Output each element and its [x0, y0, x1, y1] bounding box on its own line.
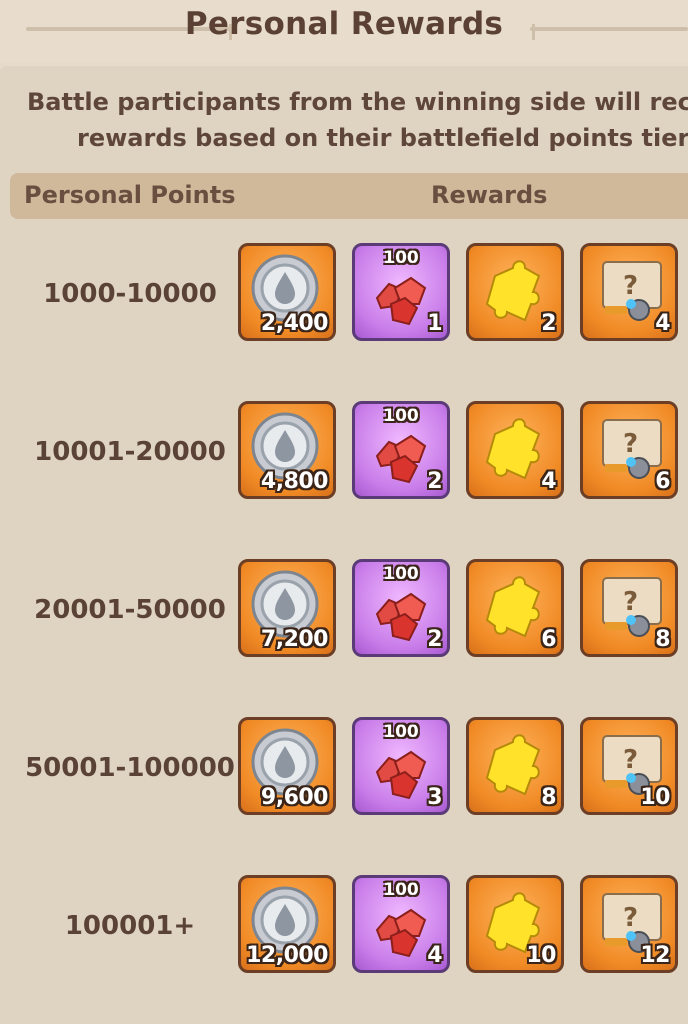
coin-quantity: 7,200 [260, 627, 329, 652]
table-header: Personal Points Rewards [10, 173, 688, 219]
reward-row: 10001-20000 4,800 100 2 4 ? 6 [0, 401, 688, 505]
tier-label: 20001-50000 [34, 595, 226, 625]
column-header-rewards: Rewards [431, 181, 548, 209]
tier-label: 1000-10000 [43, 279, 217, 309]
svg-text:?: ? [623, 745, 638, 775]
tier-label: 10001-20000 [34, 437, 226, 467]
chest-reward[interactable]: ? 8 [580, 559, 678, 657]
gem-reward[interactable]: 100 1 [352, 243, 450, 341]
svg-text:?: ? [623, 903, 638, 933]
page-title: Personal Rewards [184, 6, 504, 42]
tier-label: 100001+ [64, 911, 196, 941]
svg-text:?: ? [623, 587, 638, 617]
coin-reward[interactable]: 2,400 [238, 243, 336, 341]
chest-quantity: 8 [655, 627, 670, 652]
puzzle-reward[interactable]: 6 [466, 559, 564, 657]
reward-row: 1000-10000 2,400 100 1 2 ? 4 [0, 243, 688, 347]
chest-quantity: 12 [640, 943, 670, 968]
coin-reward[interactable]: 12,000 [238, 875, 336, 973]
chest-reward[interactable]: ? 10 [580, 717, 678, 815]
gem-quantity: 2 [427, 469, 442, 494]
gem-quantity: 2 [427, 627, 442, 652]
chest-reward[interactable]: ? 6 [580, 401, 678, 499]
gem-reward[interactable]: 100 2 [352, 559, 450, 657]
puzzle-reward[interactable]: 8 [466, 717, 564, 815]
chest-quantity: 6 [655, 469, 670, 494]
description-line-1: Battle participants from the winning sid… [27, 88, 688, 116]
puzzle-reward[interactable]: 4 [466, 401, 564, 499]
puzzle-quantity: 10 [526, 943, 556, 968]
puzzle-quantity: 6 [541, 627, 556, 652]
puzzle-reward[interactable]: 10 [466, 875, 564, 973]
chest-reward[interactable]: ? 12 [580, 875, 678, 973]
title-bar: Personal Rewards [0, 0, 688, 62]
coin-quantity: 4,800 [260, 469, 329, 494]
chest-quantity: 10 [640, 785, 670, 810]
coin-reward[interactable]: 7,200 [238, 559, 336, 657]
reward-row: 50001-100000 9,600 100 3 8 ? 10 [0, 717, 688, 821]
coin-quantity: 2,400 [260, 311, 329, 336]
gem-quantity: 3 [427, 785, 442, 810]
coin-quantity: 9,600 [260, 785, 329, 810]
description-line-2: rewards based on their battlefield point… [77, 124, 688, 152]
svg-text:?: ? [623, 271, 638, 301]
chest-reward[interactable]: ? 4 [580, 243, 678, 341]
gem-reward[interactable]: 100 3 [352, 717, 450, 815]
coin-quantity: 12,000 [246, 943, 328, 968]
gem-reward[interactable]: 100 4 [352, 875, 450, 973]
gem-reward[interactable]: 100 2 [352, 401, 450, 499]
coin-reward[interactable]: 4,800 [238, 401, 336, 499]
reward-row: 100001+ 12,000 100 4 10 ? 12 [0, 875, 688, 979]
column-header-points: Personal Points [24, 181, 236, 209]
puzzle-quantity: 2 [541, 311, 556, 336]
svg-text:?: ? [623, 429, 638, 459]
puzzle-quantity: 4 [541, 469, 556, 494]
gem-quantity: 1 [427, 311, 442, 336]
chest-quantity: 4 [655, 311, 670, 336]
rewards-description: Battle participants from the winning sid… [27, 84, 688, 156]
puzzle-reward[interactable]: 2 [466, 243, 564, 341]
gem-quantity: 4 [427, 943, 442, 968]
puzzle-quantity: 8 [541, 785, 556, 810]
tier-label: 50001-100000 [25, 753, 235, 783]
reward-row: 20001-50000 7,200 100 2 6 ? 8 [0, 559, 688, 663]
coin-reward[interactable]: 9,600 [238, 717, 336, 815]
